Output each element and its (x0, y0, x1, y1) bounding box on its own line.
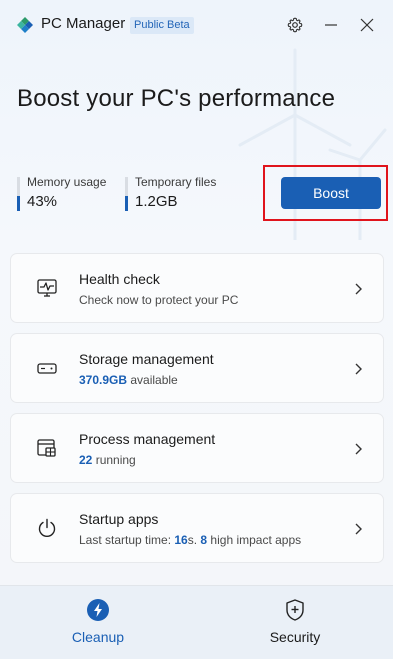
startup-time-prefix: Last startup time: (79, 533, 175, 547)
close-button[interactable] (355, 13, 379, 37)
close-icon (360, 18, 374, 32)
memory-usage-fill (17, 196, 20, 211)
pc-manager-window: PC Manager Public Beta Boost your PC's p… (0, 0, 393, 659)
card-subtitle: 370.9GB available (79, 373, 178, 387)
startup-time-unit: s. (187, 533, 201, 547)
nav-cleanup-label: Cleanup (71, 629, 125, 645)
card-title: Health check (79, 271, 160, 287)
memory-usage-label: Memory usage (27, 175, 107, 189)
storage-drive-icon (37, 363, 57, 374)
card-storage-management[interactable]: Storage management 370.9GB available (10, 333, 384, 403)
card-subtitle: 22 running (79, 453, 136, 467)
temporary-files-label: Temporary files (135, 175, 217, 189)
temporary-files-value: 1.2GB (135, 193, 178, 210)
process-window-icon (37, 439, 56, 457)
app-title: PC Manager (41, 15, 126, 32)
power-icon (38, 518, 56, 537)
nav-security-label: Security (269, 629, 321, 645)
temporary-files-fill (125, 196, 128, 211)
nav-security[interactable]: Security (197, 586, 393, 659)
page-title: Boost your PC's performance (17, 85, 336, 112)
title-bar: PC Manager Public Beta (0, 0, 393, 50)
card-startup-apps[interactable]: Startup apps Last startup time: 16s. 8 h… (10, 493, 384, 563)
chevron-right-icon (355, 283, 362, 295)
storage-available-value: 370.9GB (79, 373, 128, 387)
card-subtitle: Check now to protect your PC (79, 293, 239, 307)
bottom-nav: Cleanup Security (0, 585, 393, 659)
memory-usage-value: 43% (27, 193, 58, 210)
shield-plus-icon (286, 599, 304, 621)
memory-usage-bar (17, 177, 20, 211)
gear-icon (287, 17, 303, 33)
card-health-check[interactable]: Health check Check now to protect your P… (10, 253, 384, 323)
card-title: Process management (79, 431, 216, 447)
card-title: Startup apps (79, 511, 159, 527)
chevron-right-icon (355, 443, 362, 455)
process-running-value: 22 (79, 453, 93, 467)
health-monitor-icon (37, 279, 57, 297)
storage-available-suffix: available (127, 373, 178, 387)
cleanup-lightning-icon (87, 599, 109, 621)
high-impact-suffix: high impact apps (207, 533, 302, 547)
card-process-management[interactable]: Process management 22 running (10, 413, 384, 483)
card-title: Storage management (79, 351, 214, 367)
settings-button[interactable] (283, 13, 307, 37)
process-running-suffix: running (92, 453, 136, 467)
logo-icon (17, 17, 33, 33)
nav-cleanup[interactable]: Cleanup (0, 586, 196, 659)
minimize-icon (325, 24, 337, 26)
chevron-right-icon (355, 523, 362, 535)
card-subtitle: Last startup time: 16s. 8 high impact ap… (79, 533, 301, 547)
startup-time-value: 16 (174, 533, 188, 547)
chevron-right-icon (355, 363, 362, 375)
minimize-button[interactable] (319, 13, 343, 37)
public-beta-badge: Public Beta (130, 17, 194, 34)
boost-button[interactable]: Boost (281, 177, 381, 209)
temporary-files-bar (125, 177, 128, 211)
